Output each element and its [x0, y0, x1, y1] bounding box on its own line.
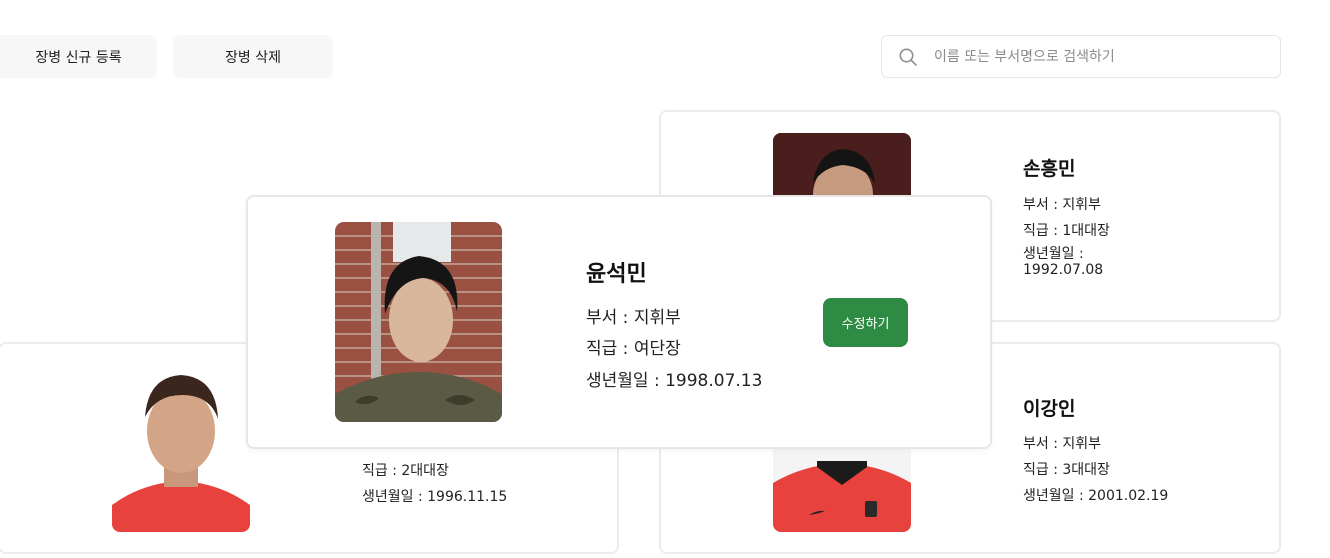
soldier-detail-popup[interactable]: 윤석민 부서 : 지휘부 직급 : 여단장 생년월일 : 1998.07.13 … [246, 195, 992, 449]
edit-button[interactable]: 수정하기 [823, 298, 908, 347]
page: 장병 신규 등록 장병 삭제 손흥민 부서 : 지휘부 직급 : 1대대장 생년… [0, 0, 1330, 558]
soldier-department: 부서 : 지휘부 [1023, 197, 1102, 213]
soldier-birth: 생년월일 : 2001.02.19 [1023, 488, 1169, 504]
search-box[interactable] [881, 35, 1281, 78]
search-icon [898, 47, 918, 67]
soldier-photo [335, 222, 502, 422]
soldier-rank: 직급 : 여단장 [586, 339, 681, 359]
soldier-birth: 생년월일 : 1998.07.13 [586, 371, 763, 391]
delete-soldier-button[interactable]: 장병 삭제 [173, 35, 333, 78]
soldier-name: 손흥민 [1023, 158, 1076, 180]
soldier-name: 이강인 [1023, 398, 1076, 420]
soldier-photo [112, 365, 250, 532]
soldier-department: 부서 : 지휘부 [586, 308, 681, 328]
soldier-birth: 생년월일 : 1996.11.15 [362, 489, 508, 505]
soldier-rank: 직급 : 2대대장 [362, 463, 449, 479]
search-input[interactable] [934, 36, 1264, 77]
soldier-name: 윤석민 [586, 262, 647, 287]
soldier-department: 부서 : 지휘부 [1023, 436, 1102, 452]
soldier-rank: 직급 : 1대대장 [1023, 223, 1110, 239]
register-soldier-button[interactable]: 장병 신규 등록 [0, 35, 157, 78]
soldier-birth: 생년월일 : 1992.07.08 [1023, 246, 1104, 278]
soldier-rank: 직급 : 3대대장 [1023, 462, 1110, 478]
